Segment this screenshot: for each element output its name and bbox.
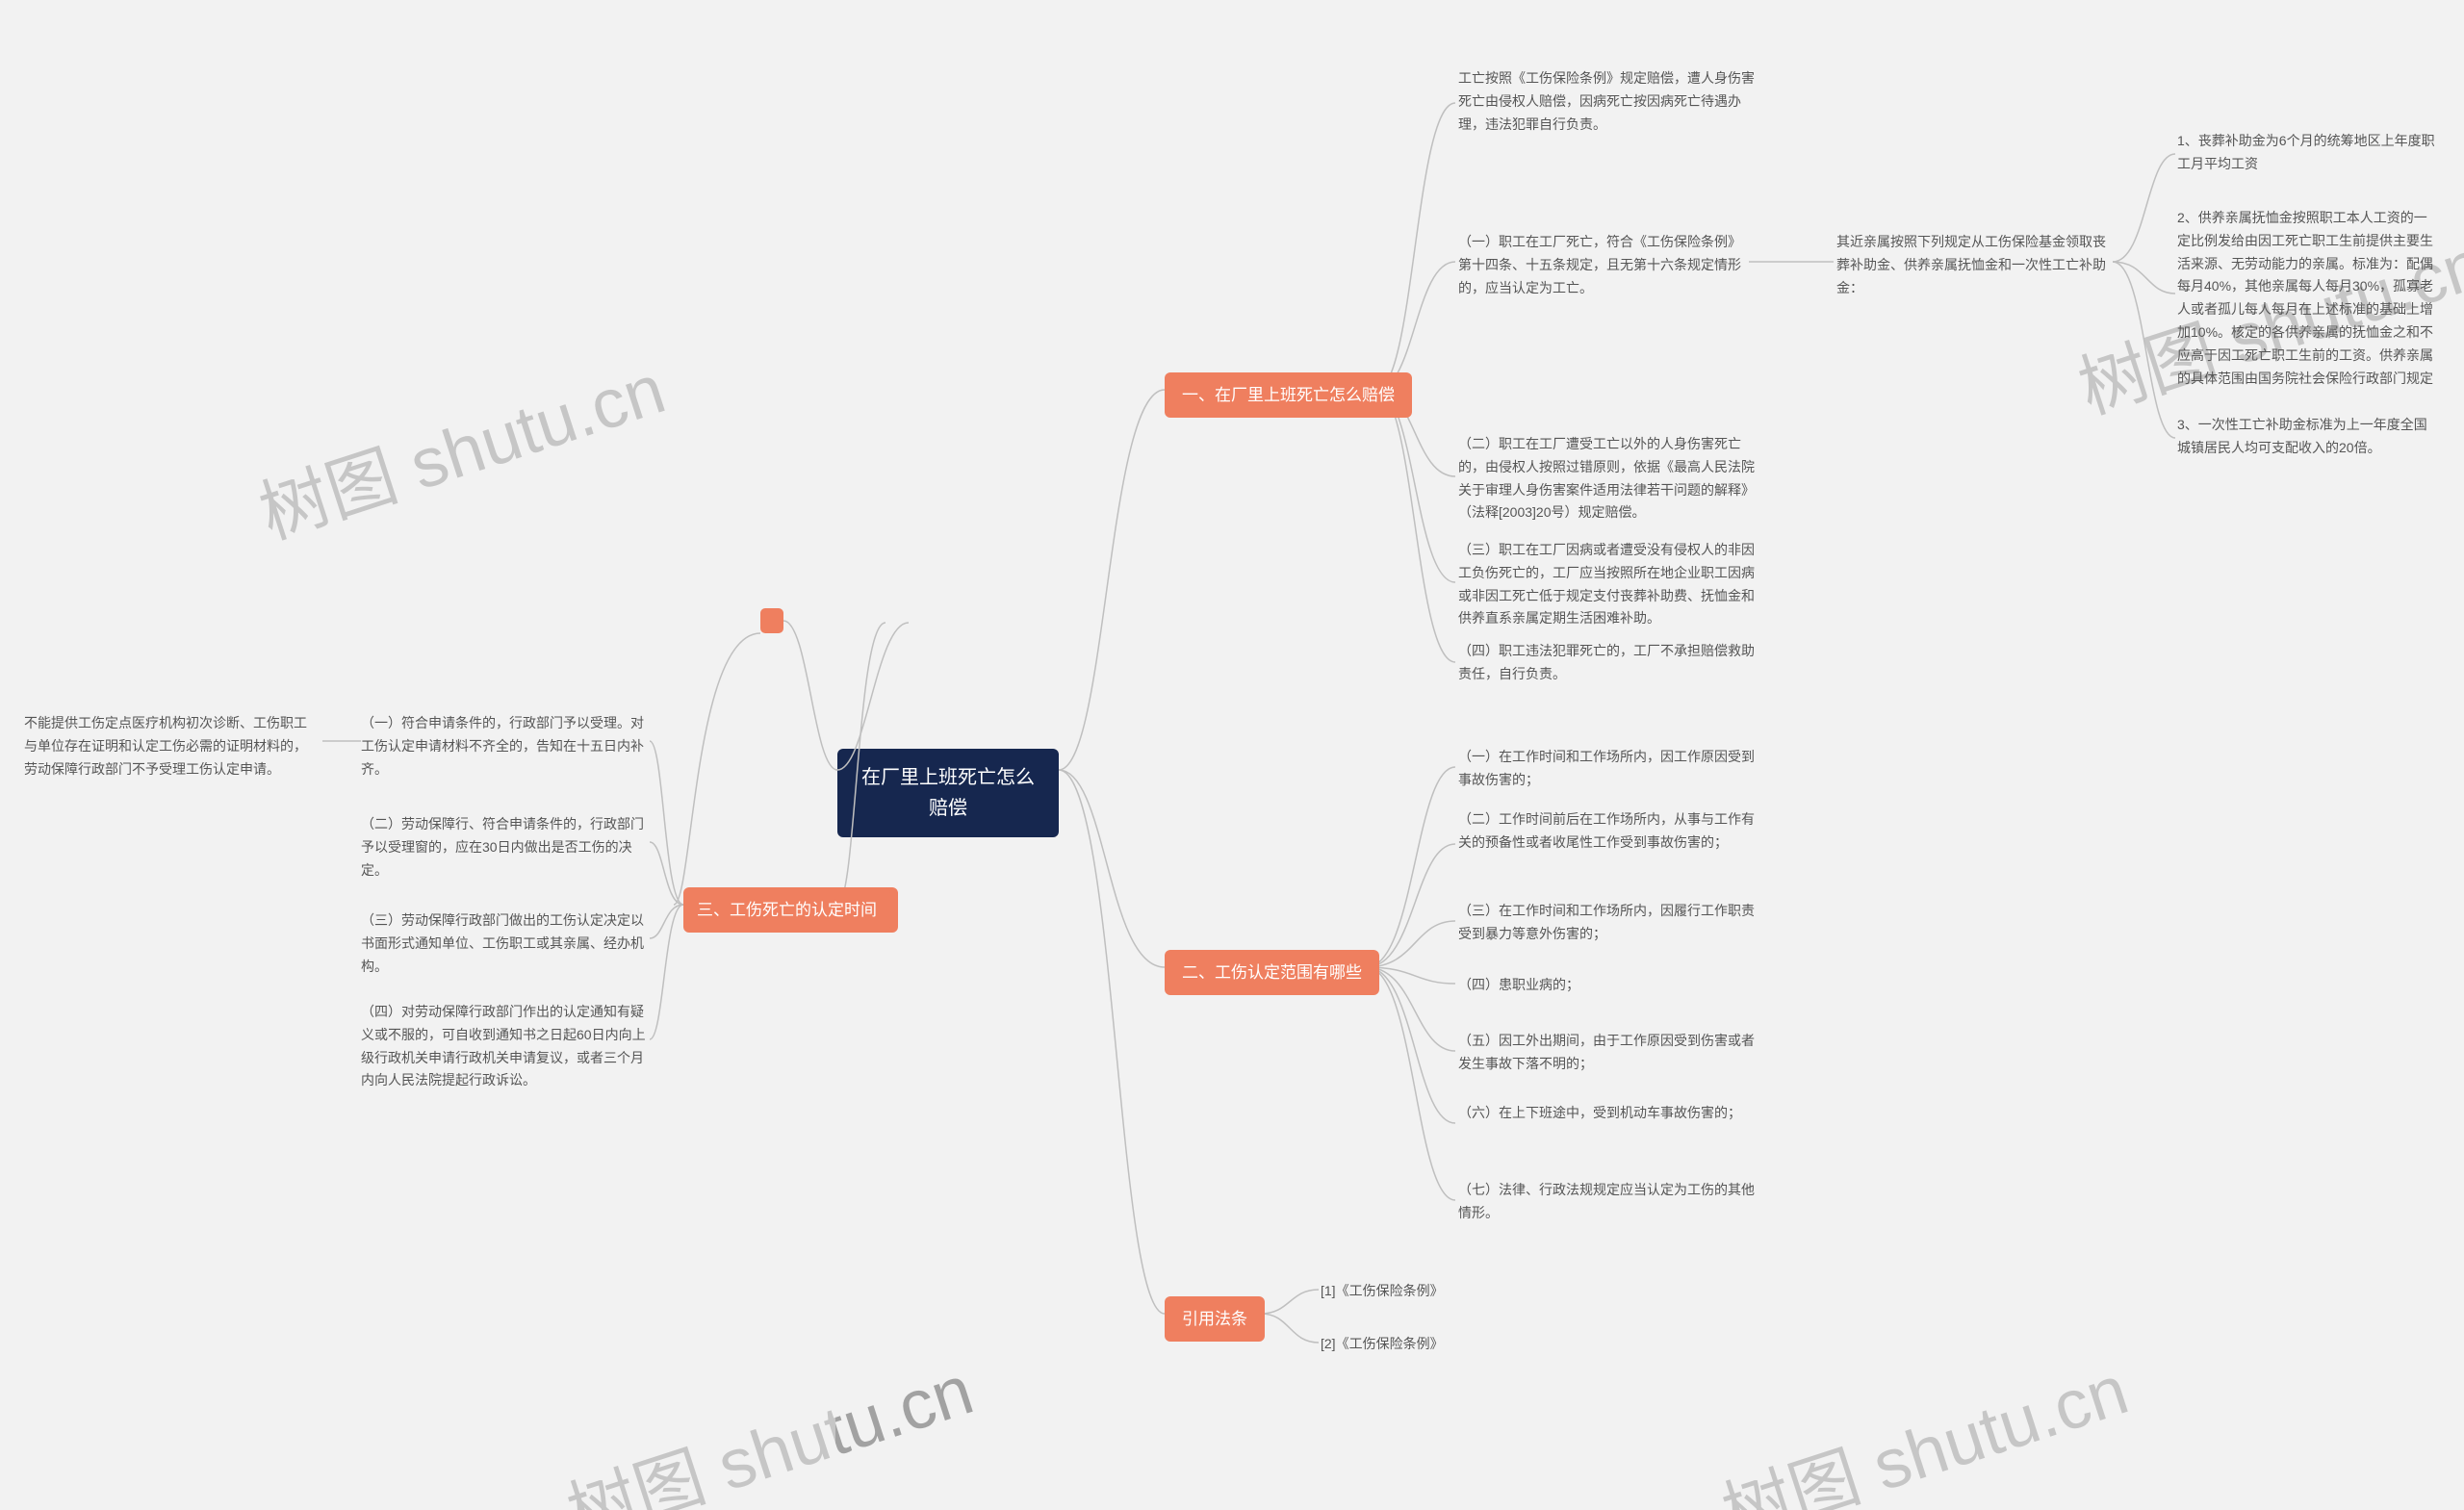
mindmap-canvas: 树图 shutu.cn 树图 shutu.cn 树图 shutu.cn 树图 s…: [0, 0, 2464, 1510]
s1-item-1: （一）职工在工厂死亡，符合《工伤保险条例》第十四条、十五条规定，且无第十六条规定…: [1458, 231, 1747, 299]
s1-item-4: （四）职工违法犯罪死亡的，工厂不承担赔偿救助责任，自行负责。: [1458, 640, 1766, 686]
s1-item-2: （二）职工在工厂遭受工亡以外的人身伤害死亡的，由侵权人按照过错原则，依据《最高人…: [1458, 433, 1766, 525]
s2-item-2: （二）工作时间前后在工作场所内，从事与工作有关的预备性或者收尾性工作受到事故伤害…: [1458, 808, 1766, 855]
s2-item-5: （五）因工外出期间，由于工作原因受到伤害或者发生事故下落不明的；: [1458, 1030, 1766, 1076]
s3-item-1-final: （一）符合申请条件的，行政部门予以受理。对工伤认定申请材料不齐全的，告知在十五日…: [361, 712, 650, 781]
section-2-title[interactable]: 二、工伤认定范围有哪些: [1165, 950, 1379, 995]
root-node[interactable]: 在厂里上班死亡怎么赔偿: [837, 749, 1059, 837]
s4-item-2: [2]《工伤保险条例》: [1321, 1333, 1444, 1356]
watermark: 树图 shutu.cn: [1707, 1333, 2138, 1510]
s2-item-4: （四）患职业病的；: [1458, 974, 1579, 997]
s1-item-0: 工亡按照《工伤保险条例》规定赔偿，遭人身伤害死亡由侵权人赔偿，因病死亡按因病死亡…: [1458, 67, 1766, 136]
s1-item-1-sub-c: 3、一次性工亡补助金标准为上一年度全国城镇居民人均可支配收入的20倍。: [2177, 414, 2437, 460]
section-4-title[interactable]: 引用法条: [1165, 1296, 1265, 1342]
s1-item-1-sub-b: 2、供养亲属抚恤金按照职工本人工资的一定比例发给由因工死亡职工生前提供主要生活来…: [2177, 207, 2437, 390]
s2-item-1: （一）在工作时间和工作场所内，因工作原因受到事故伤害的；: [1458, 746, 1766, 792]
s2-item-3: （三）在工作时间和工作场所内，因履行工作职责受到暴力等意外伤害的；: [1458, 900, 1766, 946]
s3-item-4-final: （四）对劳动保障行政部门作出的认定通知有疑义或不服的，可自收到通知书之日起60日…: [361, 1001, 650, 1092]
s3-item-3-final: （三）劳动保障行政部门做出的工伤认定决定以书面形式通知单位、工伤职工或其亲属、经…: [361, 909, 650, 978]
s3-item-2-final: （二）劳动保障行、符合申请条件的，行政部门予以受理窗的，应在30日内做出是否工伤…: [361, 813, 650, 882]
section-3-title-final[interactable]: 三、工伤死亡的认定时间: [683, 887, 890, 933]
s3-item-1-sub-final: 不能提供工伤定点医疗机构初次诊断、工伤职工与单位存在证明和认定工伤必需的证明材料…: [24, 712, 313, 781]
s2-item-7: （七）法律、行政法规规定应当认定为工伤的其他情形。: [1458, 1179, 1766, 1225]
blank-category-left-final[interactable]: [760, 608, 783, 633]
s4-item-1: [1]《工伤保险条例》: [1321, 1280, 1444, 1303]
section-1-title[interactable]: 一、在厂里上班死亡怎么赔偿: [1165, 372, 1412, 418]
s2-item-6: （六）在上下班途中，受到机动车事故伤害的；: [1458, 1102, 1741, 1125]
s1-item-1-sub-a: 1、丧葬补助金为6个月的统筹地区上年度职工月平均工资: [2177, 130, 2437, 176]
s1-item-3: （三）职工在工厂因病或者遭受没有侵权人的非因工负伤死亡的，工厂应当按照所在地企业…: [1458, 539, 1766, 630]
s1-item-1-sub: 其近亲属按照下列规定从工伤保险基金领取丧葬补助金、供养亲属抚恤金和一次性工亡补助…: [1836, 231, 2116, 299]
